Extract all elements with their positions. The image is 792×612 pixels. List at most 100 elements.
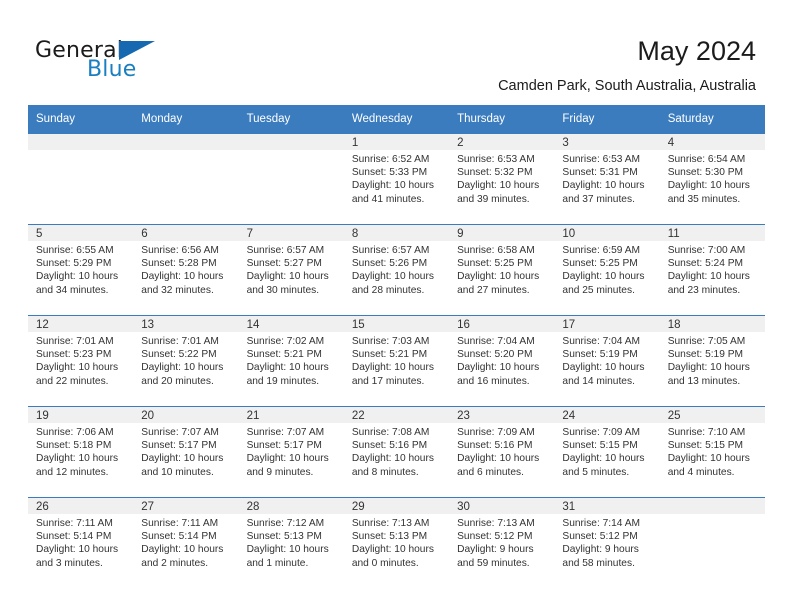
calendar-empty-cell bbox=[28, 133, 134, 225]
sunset-text: Sunset: 5:19 PM bbox=[667, 349, 744, 361]
calendar-day-cell[interactable]: 2 Sunrise: 6:53 AM Sunset: 5:32 PM Daylight… bbox=[449, 133, 555, 225]
page-subtitle-location: Camden Park, South Australia, Australia bbox=[498, 78, 756, 94]
sunset-text: Sunset: 5:24 PM bbox=[667, 258, 744, 270]
calendar-week-row: 5 Sunrise: 6:55 AM Sunset: 5:29 PM Daylight… bbox=[28, 224, 765, 316]
day-number: 12 bbox=[28, 316, 134, 332]
sunset-text: Sunset: 5:22 PM bbox=[141, 349, 217, 361]
sunset-text: Sunset: 5:15 PM bbox=[667, 440, 744, 452]
page-header: General Blue May 2024 Camden Park, South… bbox=[0, 0, 792, 104]
calendar-day-cell[interactable]: 29 Sunrise: 7:13 AM Sunset: 5:13 PM Dayligh… bbox=[343, 497, 450, 588]
calendar-day-cell[interactable]: 15 Sunrise: 7:03 AM Sunset: 5:21 PM Dayligh… bbox=[343, 315, 450, 407]
daylight-text: Daylight: 10 hours and 9 minutes. bbox=[246, 453, 329, 478]
day-details: Sunrise: 6:57 AM Sunset: 5:26 PM Daylight:… bbox=[344, 241, 449, 297]
day-details: Sunrise: 7:00 AM Sunset: 5:24 PM Daylight:… bbox=[660, 241, 765, 297]
calendar-day-cell[interactable]: 25 Sunrise: 7:10 AM Sunset: 5:15 PM Dayligh… bbox=[659, 406, 765, 498]
day-details: Sunrise: 7:08 AM Sunset: 5:16 PM Daylight:… bbox=[344, 423, 449, 479]
day-details: Sunrise: 7:07 AM Sunset: 5:17 PM Daylight:… bbox=[239, 423, 344, 479]
calendar-day-cell[interactable]: 10 Sunrise: 6:59 AM Sunset: 5:25 PM Dayligh… bbox=[554, 224, 660, 316]
calendar-empty-cell bbox=[133, 133, 239, 225]
day-number: 16 bbox=[449, 316, 555, 332]
calendar-week-row: 1 Sunrise: 6:52 AM Sunset: 5:33 PM Daylight… bbox=[28, 133, 765, 225]
calendar-day-cell[interactable]: 24 Sunrise: 7:09 AM Sunset: 5:15 PM Dayligh… bbox=[554, 406, 660, 498]
daylight-text: Daylight: 10 hours and 4 minutes. bbox=[667, 453, 750, 478]
sunset-text: Sunset: 5:17 PM bbox=[141, 440, 217, 452]
day-details: Sunrise: 7:13 AM Sunset: 5:13 PM Daylight:… bbox=[344, 514, 449, 570]
day-number: 23 bbox=[449, 407, 555, 423]
sunset-text: Sunset: 5:16 PM bbox=[457, 440, 533, 452]
daylight-text: Daylight: 10 hours and 22 minutes. bbox=[36, 362, 119, 387]
calendar-day-cell[interactable]: 30 Sunrise: 7:13 AM Sunset: 5:12 PM Dayligh… bbox=[449, 497, 555, 588]
calendar-body: 1 Sunrise: 6:52 AM Sunset: 5:33 PM Daylight… bbox=[28, 133, 765, 588]
calendar-day-cell[interactable]: 6 Sunrise: 6:56 AM Sunset: 5:28 PM Daylight… bbox=[133, 224, 239, 316]
sunrise-text: Sunrise: 7:08 AM bbox=[351, 427, 430, 438]
day-number bbox=[659, 498, 765, 514]
general-blue-logo[interactable]: General Blue bbox=[35, 38, 265, 88]
day-details: Sunrise: 6:53 AM Sunset: 5:32 PM Daylight:… bbox=[449, 150, 554, 206]
day-number bbox=[28, 133, 134, 150]
calendar-day-cell[interactable]: 9 Sunrise: 6:58 AM Sunset: 5:25 PM Daylight… bbox=[449, 224, 555, 316]
calendar-day-cell[interactable]: 4 Sunrise: 6:54 AM Sunset: 5:30 PM Daylight… bbox=[659, 133, 765, 225]
calendar-day-cell[interactable]: 7 Sunrise: 6:57 AM Sunset: 5:27 PM Daylight… bbox=[238, 224, 344, 316]
daylight-text: Daylight: 10 hours and 14 minutes. bbox=[562, 362, 645, 387]
daylight-text: Daylight: 10 hours and 0 minutes. bbox=[351, 544, 434, 569]
sunset-text: Sunset: 5:27 PM bbox=[246, 258, 322, 270]
calendar-day-cell[interactable]: 20 Sunrise: 7:07 AM Sunset: 5:17 PM Dayligh… bbox=[133, 406, 239, 498]
calendar-day-cell[interactable]: 16 Sunrise: 7:04 AM Sunset: 5:20 PM Dayligh… bbox=[449, 315, 555, 407]
weekday-header-saturday: Saturday bbox=[659, 105, 765, 134]
calendar-day-cell[interactable]: 5 Sunrise: 6:55 AM Sunset: 5:29 PM Daylight… bbox=[28, 224, 134, 316]
day-number: 21 bbox=[238, 407, 344, 423]
daylight-text: Daylight: 10 hours and 28 minutes. bbox=[351, 271, 434, 296]
day-details: Sunrise: 7:12 AM Sunset: 5:13 PM Daylight:… bbox=[239, 514, 344, 570]
day-number bbox=[133, 133, 239, 150]
calendar-day-cell[interactable]: 27 Sunrise: 7:11 AM Sunset: 5:14 PM Dayligh… bbox=[133, 497, 239, 588]
day-number: 10 bbox=[554, 225, 660, 241]
day-details: Sunrise: 7:06 AM Sunset: 5:18 PM Daylight:… bbox=[28, 423, 133, 479]
sunset-text: Sunset: 5:18 PM bbox=[36, 440, 112, 452]
daylight-text: Daylight: 10 hours and 39 minutes. bbox=[457, 180, 540, 205]
calendar-day-cell[interactable]: 21 Sunrise: 7:07 AM Sunset: 5:17 PM Dayligh… bbox=[238, 406, 344, 498]
sunset-text: Sunset: 5:12 PM bbox=[562, 531, 638, 543]
sunrise-text: Sunrise: 7:05 AM bbox=[667, 336, 746, 347]
sunrise-text: Sunrise: 7:09 AM bbox=[562, 427, 640, 438]
calendar-day-cell[interactable]: 8 Sunrise: 6:57 AM Sunset: 5:26 PM Daylight… bbox=[343, 224, 450, 316]
day-number: 4 bbox=[659, 134, 765, 150]
calendar-day-cell[interactable]: 13 Sunrise: 7:01 AM Sunset: 5:22 PM Dayligh… bbox=[133, 315, 239, 407]
sunrise-text: Sunrise: 6:57 AM bbox=[246, 245, 325, 256]
daylight-text: Daylight: 10 hours and 17 minutes. bbox=[351, 362, 434, 387]
daylight-text: Daylight: 10 hours and 30 minutes. bbox=[246, 271, 329, 296]
day-number: 11 bbox=[659, 225, 765, 241]
calendar-week-row: 19 Sunrise: 7:06 AM Sunset: 5:18 PM Dayligh… bbox=[28, 406, 765, 498]
calendar-day-cell[interactable]: 14 Sunrise: 7:02 AM Sunset: 5:21 PM Dayligh… bbox=[238, 315, 344, 407]
calendar-day-cell[interactable]: 18 Sunrise: 7:05 AM Sunset: 5:19 PM Dayligh… bbox=[659, 315, 765, 407]
sunset-text: Sunset: 5:15 PM bbox=[562, 440, 638, 452]
day-number: 18 bbox=[659, 316, 765, 332]
day-number: 24 bbox=[554, 407, 660, 423]
calendar-day-cell[interactable]: 22 Sunrise: 7:08 AM Sunset: 5:16 PM Dayligh… bbox=[343, 406, 450, 498]
day-number: 6 bbox=[133, 225, 239, 241]
day-number: 5 bbox=[28, 225, 134, 241]
day-details: Sunrise: 6:54 AM Sunset: 5:30 PM Daylight:… bbox=[660, 150, 765, 206]
calendar-day-cell[interactable]: 26 Sunrise: 7:11 AM Sunset: 5:14 PM Dayligh… bbox=[28, 497, 134, 588]
day-number: 20 bbox=[133, 407, 239, 423]
day-number: 27 bbox=[133, 498, 239, 514]
sunset-text: Sunset: 5:14 PM bbox=[36, 531, 112, 543]
day-number bbox=[238, 133, 344, 150]
sunrise-text: Sunrise: 6:55 AM bbox=[36, 245, 114, 256]
calendar-day-cell[interactable]: 11 Sunrise: 7:00 AM Sunset: 5:24 PM Dayligh… bbox=[659, 224, 765, 316]
calendar-day-cell[interactable]: 17 Sunrise: 7:04 AM Sunset: 5:19 PM Dayligh… bbox=[554, 315, 660, 407]
daylight-text: Daylight: 10 hours and 41 minutes. bbox=[351, 180, 434, 205]
calendar-day-cell[interactable]: 19 Sunrise: 7:06 AM Sunset: 5:18 PM Dayligh… bbox=[28, 406, 134, 498]
calendar-day-cell[interactable]: 31 Sunrise: 7:14 AM Sunset: 5:12 PM Dayligh… bbox=[554, 497, 660, 588]
calendar-day-cell[interactable]: 1 Sunrise: 6:52 AM Sunset: 5:33 PM Daylight… bbox=[343, 133, 450, 225]
day-number: 2 bbox=[449, 134, 555, 150]
calendar-day-cell[interactable]: 23 Sunrise: 7:09 AM Sunset: 5:16 PM Dayligh… bbox=[449, 406, 555, 498]
day-details: Sunrise: 7:13 AM Sunset: 5:12 PM Daylight:… bbox=[449, 514, 554, 570]
day-details: Sunrise: 7:09 AM Sunset: 5:15 PM Daylight:… bbox=[554, 423, 659, 479]
calendar-day-cell[interactable]: 12 Sunrise: 7:01 AM Sunset: 5:23 PM Dayligh… bbox=[28, 315, 134, 407]
calendar-day-cell[interactable]: 28 Sunrise: 7:12 AM Sunset: 5:13 PM Dayligh… bbox=[238, 497, 344, 588]
daylight-text: Daylight: 10 hours and 19 minutes. bbox=[246, 362, 329, 387]
sunrise-text: Sunrise: 7:03 AM bbox=[351, 336, 430, 347]
day-number: 22 bbox=[343, 407, 450, 423]
calendar-day-cell[interactable]: 3 Sunrise: 6:53 AM Sunset: 5:31 PM Daylight… bbox=[554, 133, 660, 225]
daylight-text: Daylight: 10 hours and 1 minute. bbox=[246, 544, 329, 569]
